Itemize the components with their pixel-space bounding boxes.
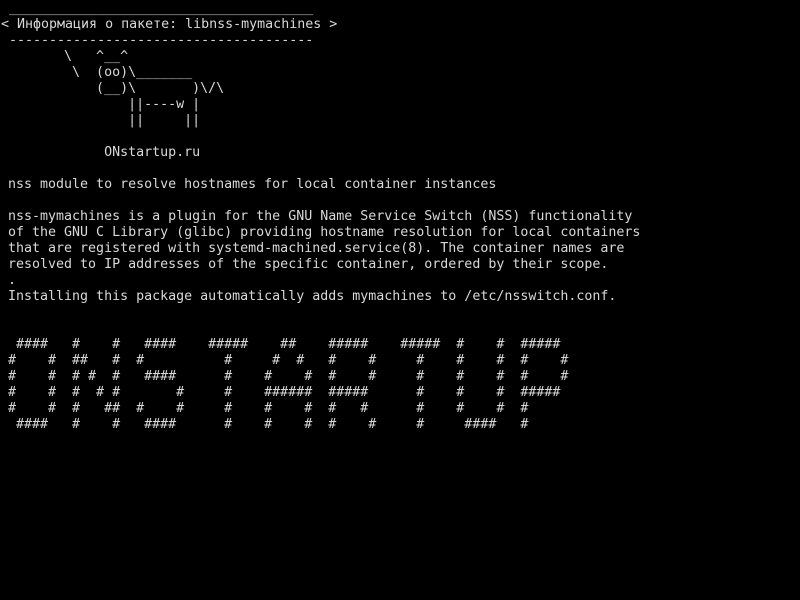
banner-line: # # ## # # # # # # # # # # # #: [8, 353, 569, 368]
cow-ascii-line: \ (oo)\_______: [8, 65, 193, 80]
terminal-screen: ______________________________________ <…: [0, 0, 800, 600]
package-description-line: nss-mymachines is a plugin for the GNU N…: [8, 209, 633, 224]
site-label: ONstartup.ru: [8, 145, 201, 160]
cow-ascii-line: ||----w |: [8, 97, 201, 112]
banner-line: # # # ## # # # # # # # # # # #: [8, 401, 529, 416]
banner-line: #### # # #### ##### ## ##### ##### # # #…: [8, 337, 561, 352]
banner-line: #### # # #### # # # # # # #### #: [8, 417, 529, 432]
cow-ascii-line: (__)\ )\/\: [8, 81, 225, 96]
package-short-description: nss module to resolve hostnames for loca…: [8, 177, 497, 192]
package-description-line: .: [8, 273, 17, 288]
cowsay-title: < Информация о пакете: libnss-mymachines…: [1, 17, 338, 32]
package-description-line: Installing this package automatically ad…: [8, 289, 617, 304]
banner-line: # # # # # # # ###### ##### # # # #####: [8, 385, 561, 400]
cow-ascii-line: \ ^__^: [8, 49, 129, 64]
cowsay-border-bottom: --------------------------------------: [1, 33, 314, 48]
package-description-line: resolved to IP addresses of the specific…: [8, 257, 609, 272]
cowsay-border-top: ______________________________________: [1, 1, 314, 16]
package-description-line: that are registered with systemd-machine…: [8, 241, 625, 256]
package-description-line: of the GNU C Library (glibc) providing h…: [8, 225, 641, 240]
banner-line: # # # # # #### # # # # # # # # # #: [8, 369, 569, 384]
cow-ascii-line: || ||: [8, 113, 201, 128]
